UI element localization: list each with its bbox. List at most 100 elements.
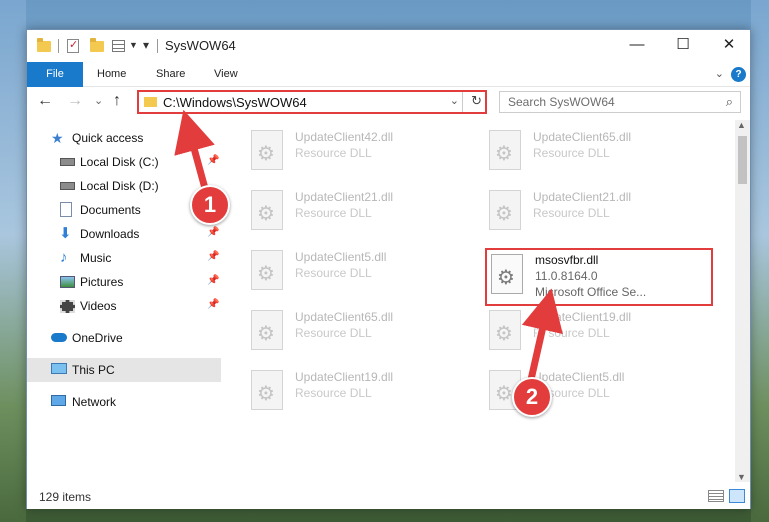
pin-icon[interactable]: 📌 xyxy=(207,155,219,166)
minimize-button[interactable]: — xyxy=(614,30,660,60)
ribbon: File Home Share View ⌄ ? xyxy=(27,62,750,87)
file-name: UpdateClient5.dll xyxy=(295,250,387,264)
recent-locations-button[interactable]: ⌄ xyxy=(94,91,103,111)
dll-file-icon xyxy=(251,130,283,170)
divider xyxy=(58,39,59,53)
pin-icon[interactable]: 📌 xyxy=(207,299,219,310)
drive-icon xyxy=(60,182,75,190)
help-icon[interactable]: ? xyxy=(731,67,746,82)
sidebar-item-onedrive[interactable]: OneDrive xyxy=(27,326,221,350)
up-button[interactable]: ↑ xyxy=(113,91,121,111)
drive-icon xyxy=(60,158,75,166)
search-icon[interactable]: ⌕ xyxy=(726,94,733,110)
sidebar-item-label: Quick access xyxy=(72,131,144,145)
dll-file-icon xyxy=(489,190,521,230)
pin-icon[interactable]: 📌 xyxy=(207,275,219,286)
divider xyxy=(462,92,463,112)
sidebar-item-label: Network xyxy=(72,395,117,409)
file-type: Resource DLL xyxy=(295,206,372,220)
cloud-icon xyxy=(51,333,67,342)
file-name: msosvfbr.dll xyxy=(535,253,599,267)
scroll-up-icon[interactable]: ▲ xyxy=(737,120,746,130)
dll-file-icon xyxy=(491,254,523,294)
refresh-icon[interactable]: ↻ xyxy=(471,93,482,109)
list-item[interactable]: UpdateClient42.dll Resource DLL xyxy=(247,126,477,180)
list-item[interactable]: UpdateClient21.dll Resource DLL xyxy=(485,186,715,240)
file-type: Resource DLL xyxy=(295,146,372,160)
tab-share[interactable]: Share xyxy=(156,62,185,87)
details-view-icon[interactable] xyxy=(708,490,724,502)
chevron-down-icon[interactable]: ⌄ xyxy=(450,94,459,107)
list-item[interactable]: UpdateClient65.dll Resource DLL xyxy=(485,126,715,180)
expand-ribbon-icon[interactable]: ⌄ xyxy=(715,67,724,80)
chevron-down-icon[interactable]: ▼ xyxy=(129,40,138,50)
file-type: Resource DLL xyxy=(295,326,372,340)
desktop-background xyxy=(0,0,26,522)
properties-check-icon[interactable] xyxy=(65,38,81,54)
address-text[interactable]: C:\Windows\SysWOW64 xyxy=(163,95,307,110)
sidebar-item-label: Documents xyxy=(80,203,141,217)
properties-icon[interactable] xyxy=(111,38,127,54)
file-name: UpdateClient21.dll xyxy=(295,190,394,204)
scrollbar-thumb[interactable] xyxy=(738,136,747,184)
status-bar: 129 items xyxy=(27,485,750,509)
sidebar-item-network[interactable]: Network xyxy=(27,390,221,414)
pin-icon[interactable]: 📌 xyxy=(207,227,219,238)
tab-home[interactable]: Home xyxy=(97,62,126,87)
documents-icon xyxy=(60,202,72,217)
file-type: Resource DLL xyxy=(295,266,372,280)
download-icon: ⬇ xyxy=(59,225,72,242)
item-count: 129 items xyxy=(39,490,92,504)
highlighted-file-msosvfbr[interactable]: msosvfbr.dll 11.0.8164.0 Microsoft Offic… xyxy=(485,248,713,306)
list-item[interactable]: UpdateClient19.dll Resource DLL xyxy=(485,306,715,360)
network-icon xyxy=(51,395,66,406)
step-1-badge: 1 xyxy=(190,185,230,225)
file-type: Resource DLL xyxy=(533,326,610,340)
pin-icon[interactable]: 📌 xyxy=(207,251,219,262)
file-type: Resource DLL xyxy=(295,386,372,400)
list-item[interactable]: UpdateClient5.dll Resource DLL xyxy=(247,246,477,300)
file-name: UpdateClient19.dll xyxy=(533,310,632,324)
sidebar-item-downloads[interactable]: ⬇ Downloads 📌 xyxy=(27,222,221,246)
dll-file-icon xyxy=(251,310,283,350)
folder-icon xyxy=(144,97,157,107)
scroll-down-icon[interactable]: ▼ xyxy=(737,472,746,482)
new-folder-icon[interactable] xyxy=(89,38,105,54)
tab-file[interactable]: File xyxy=(27,62,83,87)
list-item[interactable]: UpdateClient65.dll Resource DLL xyxy=(247,306,477,360)
divider xyxy=(157,39,158,53)
customize-toolbar-icon[interactable]: ▾ xyxy=(143,38,149,52)
file-name: UpdateClient21.dll xyxy=(533,190,632,204)
maximize-button[interactable]: ☐ xyxy=(660,30,706,60)
navigation-bar: ← → ⌄ ↑ C:\Windows\SysWOW64 ⌄ ↻ Search S… xyxy=(27,87,750,117)
videos-icon xyxy=(60,300,75,313)
vertical-scrollbar[interactable]: ▲ ▼ xyxy=(735,120,750,482)
file-version: 11.0.8164.0 xyxy=(535,269,598,283)
sidebar-item-label: OneDrive xyxy=(72,331,123,345)
dll-file-icon xyxy=(251,190,283,230)
sidebar-item-local-disk-c[interactable]: Local Disk (C:) 📌 xyxy=(27,150,221,174)
tab-view[interactable]: View xyxy=(214,62,238,87)
address-bar[interactable]: C:\Windows\SysWOW64 ⌄ ↻ xyxy=(137,90,487,114)
folder-icon xyxy=(36,38,52,54)
sidebar-item-label: Downloads xyxy=(80,227,140,241)
large-icons-view-icon[interactable] xyxy=(729,489,745,503)
close-button[interactable]: ✕ xyxy=(706,30,752,60)
sidebar-item-music[interactable]: ♪ Music 📌 xyxy=(27,246,221,270)
search-input[interactable]: Search SysWOW64 ⌕ xyxy=(499,91,741,113)
sidebar-item-videos[interactable]: Videos 📌 xyxy=(27,294,221,318)
sidebar-item-quick-access[interactable]: ★ Quick access xyxy=(27,126,221,150)
sidebar-item-label: This PC xyxy=(72,363,115,377)
list-item[interactable]: UpdateClient19.dll Resource DLL xyxy=(247,366,477,420)
list-item[interactable]: UpdateClient21.dll Resource DLL xyxy=(247,186,477,240)
pc-icon xyxy=(51,363,67,374)
file-name: UpdateClient42.dll xyxy=(295,130,394,144)
dll-file-icon xyxy=(489,130,521,170)
dll-file-icon xyxy=(251,250,283,290)
back-button[interactable]: ← xyxy=(37,91,53,111)
sidebar-item-this-pc[interactable]: This PC xyxy=(27,358,221,382)
sidebar-item-pictures[interactable]: Pictures 📌 xyxy=(27,270,221,294)
file-explorer-window: ▼ ▾ SysWOW64 — ☐ ✕ File Home Share View … xyxy=(26,29,751,509)
forward-button[interactable]: → xyxy=(67,91,83,111)
dll-file-icon xyxy=(489,310,521,350)
